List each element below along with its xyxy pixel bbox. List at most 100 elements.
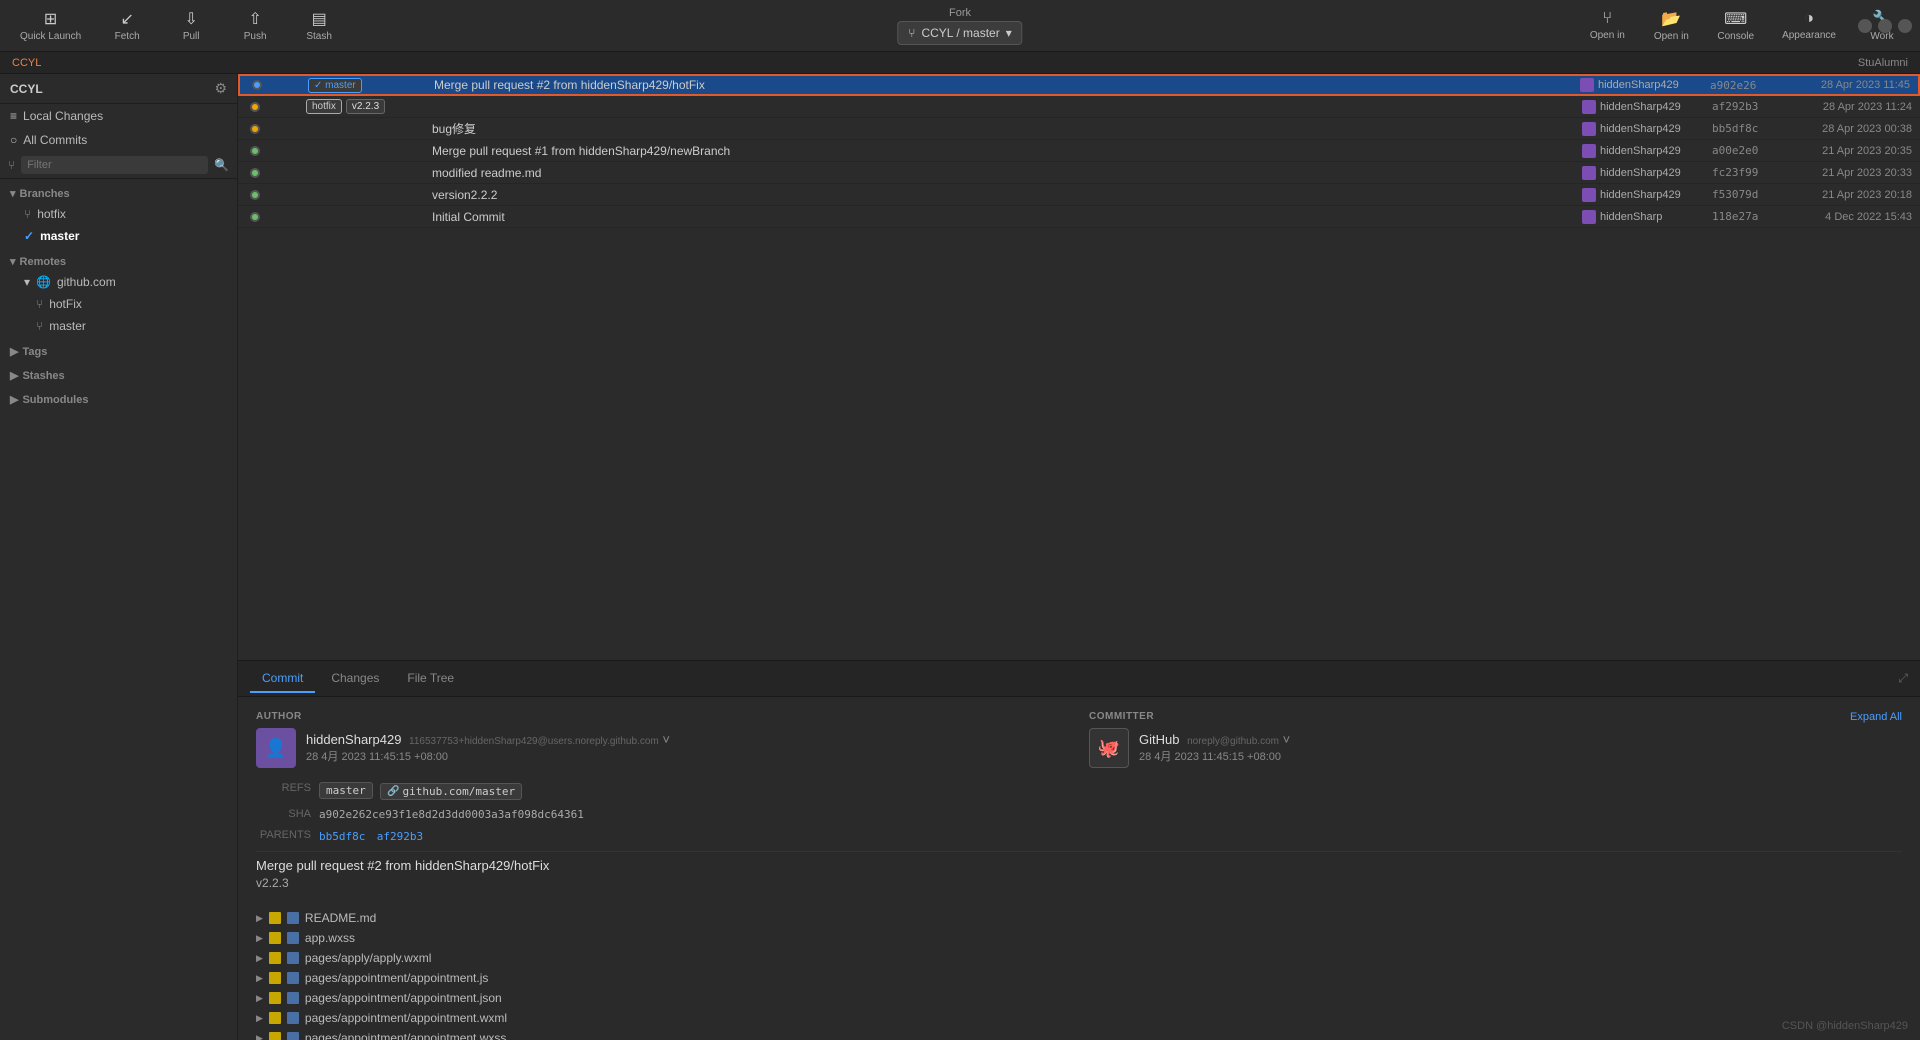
commit-row[interactable]: version2.2.2hiddenSharp429f53079d21 Apr … — [238, 184, 1920, 206]
commit-dot — [250, 102, 260, 112]
file-folder-icon — [269, 992, 281, 1004]
title-bar-center: Fork ⑂ CCYL / master ▾ — [897, 7, 1022, 45]
sha-value: a902e262ce93f1e8d2d3dd0003a3af098dc64361 — [319, 808, 584, 821]
quick-launch-label: Quick Launch — [20, 31, 81, 42]
submodules-label: Submodules — [22, 394, 88, 406]
author-avatar — [1582, 210, 1596, 224]
file-row[interactable]: ▶pages/appointment/appointment.js — [256, 968, 1902, 988]
commit-detail: AUTHOR 👤 hiddenSharp429 116537753+hidden… — [238, 697, 1920, 1040]
open-in-label: Open in — [1654, 31, 1689, 42]
file-type-icon — [287, 992, 299, 1004]
appearance-button[interactable]: ◑ Appearance — [1770, 6, 1848, 45]
branch-button[interactable]: ⑂ Open in — [1577, 6, 1637, 45]
committer-label: COMMITTER — [1089, 711, 1902, 722]
commit-tags-col: ✓ master — [308, 78, 428, 93]
commit-author: hiddenSharp429 — [1582, 100, 1712, 114]
sha-label: SHA — [256, 808, 311, 820]
commit-row[interactable]: ✓ masterMerge pull request #2 from hidde… — [238, 74, 1920, 96]
master-label: master — [40, 229, 79, 243]
minimize-button[interactable]: ─ — [1858, 19, 1872, 33]
ref-github-master: 🔗github.com/master — [380, 783, 522, 800]
author-committer-row: AUTHOR 👤 hiddenSharp429 116537753+hidden… — [256, 711, 1902, 768]
file-type-icon — [287, 932, 299, 944]
commit-author: hiddenSharp429 — [1582, 188, 1712, 202]
parent-2[interactable]: af292b3 — [377, 830, 423, 843]
parent-1[interactable]: bb5df8c — [319, 830, 365, 843]
commit-dot — [252, 80, 262, 90]
sidebar-item-all-commits[interactable]: ○ All Commits — [0, 128, 237, 152]
commit-graph-col — [246, 140, 306, 161]
parents-label: PARENTS — [256, 829, 311, 841]
console-button[interactable]: ⌨ Console — [1705, 5, 1766, 46]
stashes-label: Stashes — [22, 370, 64, 382]
commit-row[interactable]: modified readme.mdhiddenSharp429fc23f992… — [238, 162, 1920, 184]
commit-hash: bb5df8c — [1712, 122, 1782, 135]
sidebar-item-master-remote[interactable]: ⑂ master — [0, 315, 237, 337]
local-changes-label: Local Changes — [23, 109, 103, 123]
sidebar-section-tags[interactable]: ▶ Tags — [0, 337, 237, 361]
pull-button[interactable]: ⇩ Pull — [161, 5, 221, 46]
file-row[interactable]: ▶pages/appointment/appointment.json — [256, 988, 1902, 1008]
github-com-label: github.com — [57, 275, 116, 289]
stashes-chevron-icon: ▶ — [10, 369, 18, 382]
commit-hash: a902e26 — [1710, 79, 1780, 92]
window-controls: ─ □ ✕ — [1858, 19, 1912, 33]
push-button[interactable]: ⇧ Push — [225, 5, 285, 46]
commit-message: Initial Commit — [426, 210, 1582, 224]
sidebar-item-local-changes[interactable]: ≡ Local Changes — [0, 104, 237, 128]
tab-commit[interactable]: Commit — [250, 665, 315, 693]
file-type-icon — [287, 972, 299, 984]
file-row[interactable]: ▶pages/appointment/appointment.wxml — [256, 1008, 1902, 1028]
master-tag: ✓ master — [308, 78, 362, 93]
fetch-button[interactable]: ↙ Fetch — [97, 5, 157, 46]
commit-date: 28 Apr 2023 11:45 — [1780, 79, 1910, 91]
tab-file-tree[interactable]: File Tree — [395, 665, 466, 693]
file-expand-icon: ▶ — [256, 933, 263, 944]
file-row[interactable]: ▶pages/appointment/appointment.wxss — [256, 1028, 1902, 1040]
sidebar-item-hotfix[interactable]: ⑂ hotfix — [0, 203, 237, 225]
tab-changes[interactable]: Changes — [319, 665, 391, 693]
commit-row[interactable]: bug修复hiddenSharp429bb5df8c28 Apr 2023 00… — [238, 118, 1920, 140]
sidebar-actions: ⚙ — [214, 80, 227, 97]
author-avatar — [1580, 78, 1594, 92]
commit-author: hiddenSharp429 — [1582, 166, 1712, 180]
search-icon[interactable]: 🔍 — [214, 158, 229, 172]
stash-button[interactable]: ▤ Stash — [289, 5, 349, 46]
committer-col: COMMITTER 🐙 GitHub noreply@github.com ˅ … — [1089, 711, 1902, 768]
sidebar-item-hotfix-remote[interactable]: ⑂ hotFix — [0, 293, 237, 315]
filter-input[interactable] — [21, 156, 208, 174]
sidebar-item-master[interactable]: ✓ master — [0, 225, 237, 247]
file-name: pages/appointment/appointment.wxml — [305, 1011, 507, 1025]
open-in-button[interactable]: 📂 Open in — [1641, 5, 1701, 46]
commit-row[interactable]: Merge pull request #1 from hiddenSharp42… — [238, 140, 1920, 162]
commit-row[interactable]: hotfixv2.2.3hiddenSharp429af292b328 Apr … — [238, 96, 1920, 118]
commit-date: 21 Apr 2023 20:33 — [1782, 167, 1912, 179]
expand-all-button[interactable]: Expand All — [1850, 711, 1902, 723]
file-row[interactable]: ▶app.wxss — [256, 928, 1902, 948]
sidebar-settings-button[interactable]: ⚙ — [214, 80, 227, 97]
committer-details: GitHub noreply@github.com ˅ 28 4月 2023 1… — [1139, 732, 1290, 764]
remotes-chevron-icon: ▾ — [10, 255, 16, 268]
file-row[interactable]: ▶pages/apply/apply.wxml — [256, 948, 1902, 968]
expand-icon[interactable]: ⤢ — [1898, 671, 1908, 686]
file-folder-icon — [269, 932, 281, 944]
sidebar-section-submodules[interactable]: ▶ Submodules — [0, 385, 237, 409]
commit-graph-col — [248, 76, 308, 94]
sidebar-section-branches[interactable]: ▾ Branches — [0, 179, 237, 203]
all-commits-label: All Commits — [23, 133, 87, 147]
commit-graph-col — [246, 184, 306, 205]
commit-row[interactable]: Initial CommithiddenSharp118e27a4 Dec 20… — [238, 206, 1920, 228]
author-name: hiddenSharp429 — [1600, 145, 1681, 157]
close-button[interactable]: ✕ — [1898, 19, 1912, 33]
commit-dot — [250, 212, 260, 222]
branches-label: Branches — [20, 188, 70, 200]
main-layout: CCYL ⚙ ≡ Local Changes ○ All Commits ⑂ 🔍… — [0, 74, 1920, 1040]
repo-branch-button[interactable]: ⑂ CCYL / master ▾ — [897, 21, 1022, 45]
sidebar-item-github-com[interactable]: ▾ 🌐 github.com — [0, 271, 237, 293]
sidebar-section-remotes[interactable]: ▾ Remotes — [0, 247, 237, 271]
file-row[interactable]: ▶README.md — [256, 908, 1902, 928]
ref-master: master — [319, 782, 373, 799]
sidebar-section-stashes[interactable]: ▶ Stashes — [0, 361, 237, 385]
quick-launch-button[interactable]: ⊞ Quick Launch — [8, 5, 93, 46]
maximize-button[interactable]: □ — [1878, 19, 1892, 33]
